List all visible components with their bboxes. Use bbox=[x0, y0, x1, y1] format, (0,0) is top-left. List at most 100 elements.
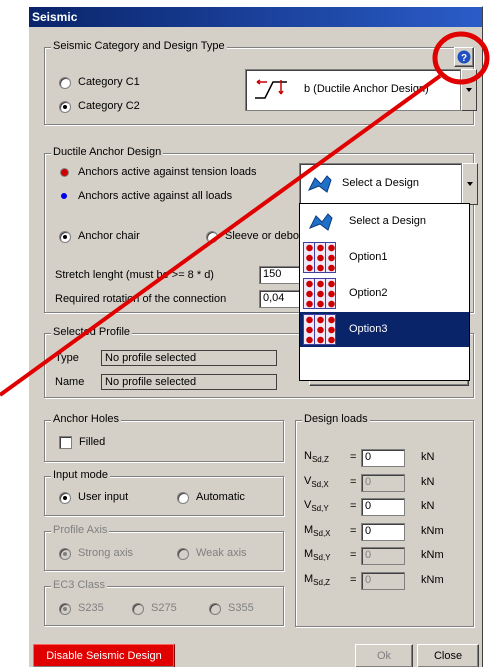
s275-radio[interactable] bbox=[132, 603, 144, 615]
load-equals: = bbox=[350, 476, 357, 488]
load-unit: kN bbox=[421, 476, 435, 488]
seismic-category-legend: Seismic Category and Design Type bbox=[51, 40, 227, 52]
sleeve-label: Sleeve or debo bbox=[225, 230, 299, 242]
profile-axis-legend: Profile Axis bbox=[51, 524, 110, 536]
menu-item-label: Option3 bbox=[349, 323, 388, 335]
help-button[interactable]: ? bbox=[454, 47, 474, 67]
category-c2-radio[interactable] bbox=[59, 101, 71, 113]
load-symbol-letter: N bbox=[304, 450, 312, 462]
menu-item-option2[interactable]: Option2 bbox=[300, 276, 469, 311]
all-loads-bullet bbox=[61, 193, 67, 199]
selected-profile-legend: Selected Profile bbox=[51, 326, 133, 338]
anchor-holes-legend: Anchor Holes bbox=[51, 413, 122, 425]
load-value-input[interactable]: 0 bbox=[361, 547, 405, 565]
load-equals: = bbox=[350, 549, 357, 561]
design-loads-legend: Design loads bbox=[302, 413, 370, 425]
category-c1-radio[interactable] bbox=[59, 77, 71, 89]
load-symbol: NSd,Z bbox=[304, 450, 329, 464]
rotation-label: Required rotation of the connection bbox=[55, 293, 227, 305]
close-button[interactable]: Close bbox=[417, 644, 479, 667]
design-icon bbox=[307, 175, 332, 193]
weak-axis-label: Weak axis bbox=[196, 547, 247, 559]
s355-label: S355 bbox=[228, 602, 254, 614]
strong-axis-label: Strong axis bbox=[78, 547, 134, 559]
menu-item-label: Option1 bbox=[349, 251, 388, 263]
strong-axis-radio[interactable] bbox=[59, 548, 71, 560]
ductile-anchor-legend: Ductile Anchor Design bbox=[51, 146, 164, 158]
design-type-select[interactable]: b (Ductile Anchor Design) bbox=[245, 69, 461, 111]
load-value-input[interactable]: 0 bbox=[361, 474, 405, 492]
menu-item-label: Option2 bbox=[349, 287, 388, 299]
load-symbol: MSd,Z bbox=[304, 573, 331, 587]
profile-type-value: No profile selected bbox=[101, 350, 277, 366]
load-unit: kNm bbox=[421, 525, 444, 537]
input-mode-legend: Input mode bbox=[51, 469, 111, 481]
anchor-chair-radio[interactable] bbox=[59, 231, 71, 243]
load-symbol-subscript: Sd,X bbox=[311, 480, 329, 489]
s355-radio[interactable] bbox=[209, 603, 221, 615]
load-symbol: VSd,Y bbox=[304, 499, 329, 513]
load-value-input[interactable]: 0 bbox=[361, 572, 405, 590]
load-value-input[interactable]: 0 bbox=[361, 449, 405, 467]
user-input-label: User input bbox=[78, 491, 129, 503]
category-c1-label: Category C1 bbox=[78, 76, 140, 88]
rotation-input[interactable]: 0,04 bbox=[259, 290, 301, 308]
load-value-input[interactable]: 0 bbox=[361, 523, 405, 541]
profile-name-value: No profile selected bbox=[101, 374, 277, 390]
anchor-grid-icon bbox=[303, 314, 336, 345]
filled-checkbox[interactable] bbox=[59, 436, 72, 449]
svg-text:?: ? bbox=[461, 53, 467, 64]
menu-item-option1[interactable]: Option1 bbox=[300, 240, 469, 275]
category-c2-label: Category C2 bbox=[78, 100, 140, 112]
automatic-label: Automatic bbox=[196, 491, 245, 503]
load-unit: kN bbox=[421, 500, 435, 512]
tension-label: Anchors active against tension loads bbox=[78, 166, 257, 178]
design-type-dropdown-arrow[interactable] bbox=[461, 69, 477, 111]
design-type-value: b (Ductile Anchor Design) bbox=[304, 83, 429, 95]
load-symbol-subscript: Sd,Z bbox=[311, 455, 329, 464]
anchor-chair-label: Anchor chair bbox=[78, 230, 140, 242]
load-symbol-letter: M bbox=[304, 524, 314, 536]
design-dropdown-menu: Select a Design Option1 Option2 Option3 bbox=[299, 203, 470, 381]
stretch-label: Stretch lenght (must be >= 8 * d) bbox=[55, 269, 214, 281]
automatic-radio[interactable] bbox=[177, 492, 189, 504]
ec3-class-legend: EC3 Class bbox=[51, 579, 107, 591]
all-loads-label: Anchors active against all loads bbox=[78, 190, 233, 202]
load-symbol-subscript: Sd,Y bbox=[311, 504, 329, 513]
load-unit: kNm bbox=[421, 549, 444, 561]
design-icon bbox=[308, 213, 333, 231]
design-select[interactable]: Select a Design bbox=[299, 163, 462, 205]
anchor-grid-icon bbox=[303, 278, 336, 309]
stretch-input[interactable]: 150 bbox=[259, 266, 301, 284]
s235-radio[interactable] bbox=[59, 603, 71, 615]
design-select-dropdown-arrow[interactable] bbox=[462, 163, 478, 205]
load-symbol-subscript: Sd,Y bbox=[313, 553, 331, 562]
s275-label: S275 bbox=[151, 602, 177, 614]
load-symbol: MSd,Y bbox=[304, 548, 331, 562]
load-unit: kN bbox=[421, 451, 435, 463]
load-equals: = bbox=[350, 525, 357, 537]
load-symbol-letter: M bbox=[304, 573, 314, 585]
load-value-input[interactable]: 0 bbox=[361, 498, 405, 516]
help-icon: ? bbox=[457, 50, 471, 64]
ok-button[interactable]: Ok bbox=[355, 644, 413, 667]
load-symbol: MSd,X bbox=[304, 524, 331, 538]
load-symbol-subscript: Sd,X bbox=[313, 529, 331, 538]
menu-item-option3[interactable]: Option3 bbox=[300, 312, 469, 347]
menu-item-label: Select a Design bbox=[349, 215, 427, 227]
load-equals: = bbox=[350, 574, 357, 586]
load-equals: = bbox=[350, 500, 357, 512]
user-input-radio[interactable] bbox=[59, 492, 71, 504]
anchor-type-icon bbox=[255, 79, 287, 99]
profile-type-label: Type bbox=[55, 352, 79, 364]
load-symbol-subscript: Sd,Z bbox=[313, 578, 331, 587]
menu-item-select-design[interactable]: Select a Design bbox=[300, 204, 469, 239]
weak-axis-radio[interactable] bbox=[177, 548, 189, 560]
s235-label: S235 bbox=[78, 602, 104, 614]
sleeve-radio[interactable] bbox=[206, 231, 218, 243]
load-unit: kNm bbox=[421, 574, 444, 586]
disable-seismic-button[interactable]: Disable Seismic Design bbox=[33, 644, 175, 667]
load-symbol: VSd,X bbox=[304, 475, 329, 489]
load-symbol-letter: M bbox=[304, 548, 314, 560]
window-title: Seismic bbox=[29, 7, 482, 27]
